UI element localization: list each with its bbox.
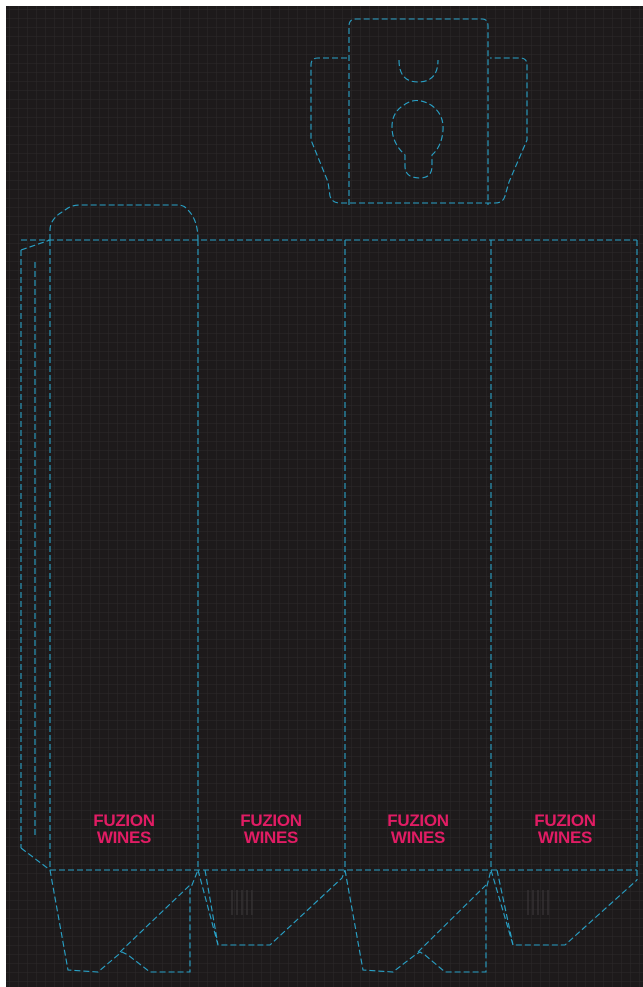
brand-line-2: WINES [391,828,445,847]
brand-line-2: WINES [97,828,151,847]
brand-line-2: WINES [244,828,298,847]
brand-label-panel-2: FUZION WINES [240,811,302,847]
brand-label-panel-1: FUZION WINES [93,811,155,847]
brand-label-panel-3: FUZION WINES [387,811,449,847]
brand-line-2: WINES [538,828,592,847]
packaging-dieline-board: FUZION WINES FUZION WINES FUZION WINES F… [6,6,643,987]
brand-label-panel-4: FUZION WINES [534,811,596,847]
